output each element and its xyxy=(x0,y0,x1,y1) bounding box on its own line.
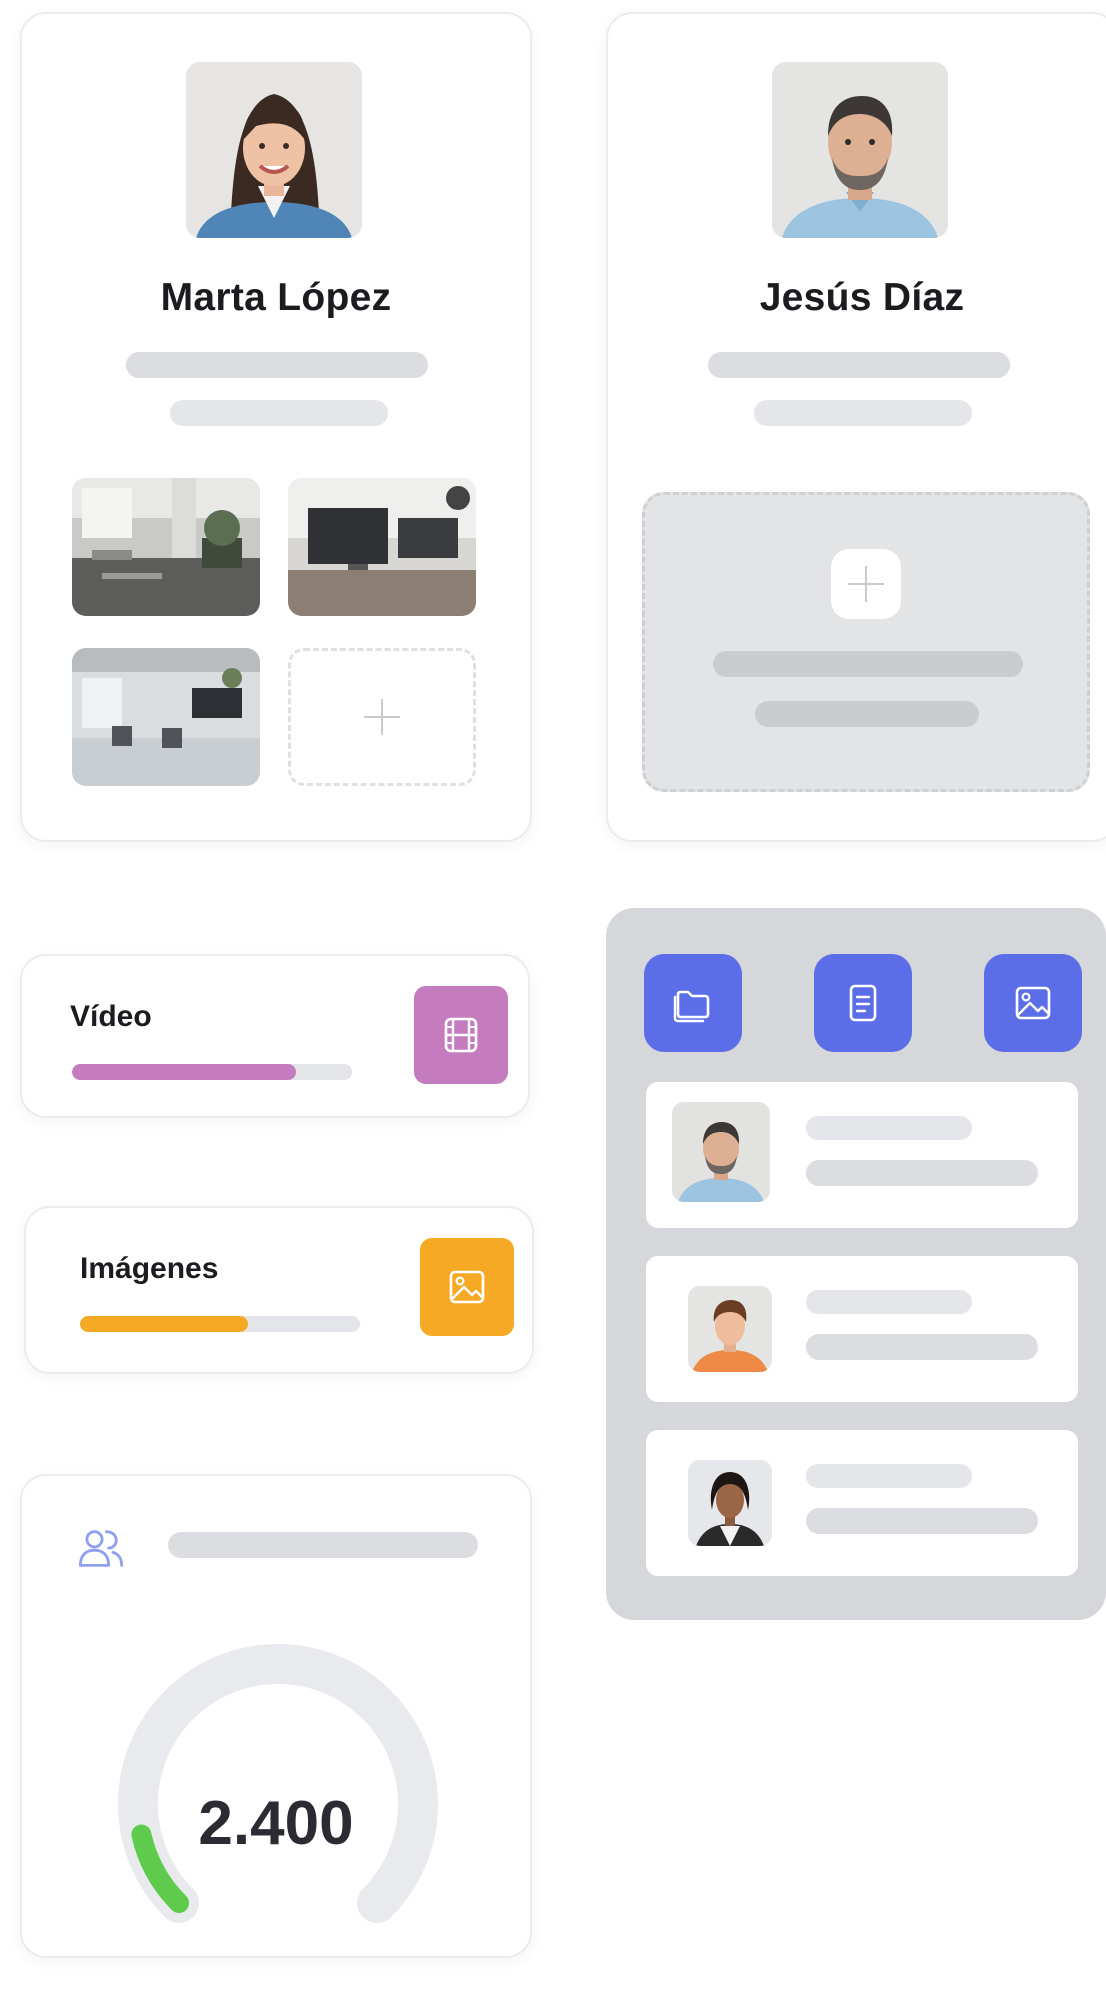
video-progress-fill xyxy=(72,1064,296,1080)
folder-icon xyxy=(673,990,710,1023)
profile-card-jesus: Jesús Díaz xyxy=(606,12,1106,842)
image-icon xyxy=(449,1270,485,1304)
list-item[interactable] xyxy=(646,1082,1078,1228)
add-photo-button[interactable] xyxy=(288,648,476,786)
placeholder-line xyxy=(754,400,972,426)
woman-portrait-image xyxy=(186,62,362,238)
placeholder-line xyxy=(755,701,979,727)
placeholder-line xyxy=(806,1334,1038,1360)
images-progress-bar xyxy=(80,1316,360,1332)
placeholder-line xyxy=(713,651,1023,677)
placeholder-line xyxy=(168,1532,478,1558)
video-progress-bar xyxy=(72,1064,352,1080)
profile-name: Jesús Díaz xyxy=(759,276,965,319)
list-item[interactable] xyxy=(646,1256,1078,1402)
add-button[interactable] xyxy=(831,549,901,619)
images-progress-fill xyxy=(80,1316,248,1332)
video-label: Vídeo xyxy=(70,1000,152,1033)
video-storage-card[interactable]: Vídeo xyxy=(20,954,530,1118)
placeholder-line xyxy=(806,1508,1038,1534)
placeholder-line xyxy=(806,1160,1038,1186)
placeholder-line xyxy=(170,400,388,426)
profile-card-marta: Marta López xyxy=(20,12,532,842)
stats-value: 2.400 xyxy=(198,1789,354,1858)
video-tile[interactable] xyxy=(414,986,508,1084)
office-photo-2[interactable] xyxy=(288,478,476,616)
film-icon xyxy=(444,1017,478,1053)
placeholder-line xyxy=(806,1290,972,1314)
avatar xyxy=(672,1102,770,1202)
office-photo-3[interactable] xyxy=(72,648,260,786)
avatar xyxy=(688,1286,772,1372)
document-icon xyxy=(849,984,877,1022)
profile-photo xyxy=(772,62,948,238)
document-button[interactable] xyxy=(814,954,912,1052)
avatar xyxy=(688,1460,772,1546)
folder-button[interactable] xyxy=(644,954,742,1052)
plus-icon xyxy=(846,564,886,604)
man-portrait-image xyxy=(772,62,948,238)
images-tile[interactable] xyxy=(420,1238,514,1336)
placeholder-line xyxy=(126,352,428,378)
image-button[interactable] xyxy=(984,954,1082,1052)
placeholder-line xyxy=(806,1116,972,1140)
gauge-track xyxy=(118,1644,438,1923)
office-photo-1[interactable] xyxy=(72,478,260,616)
users-icon xyxy=(78,1530,124,1567)
plus-icon xyxy=(362,697,402,737)
list-item[interactable] xyxy=(646,1430,1078,1576)
image-icon xyxy=(1015,986,1051,1020)
placeholder-line xyxy=(708,352,1010,378)
profile-photo xyxy=(186,62,362,238)
images-label: Imágenes xyxy=(80,1252,219,1285)
upload-dropzone[interactable] xyxy=(642,492,1090,792)
placeholder-line xyxy=(806,1464,972,1488)
images-storage-card[interactable]: Imágenes xyxy=(24,1206,534,1374)
stats-gauge-card: 2.400 xyxy=(20,1474,532,1958)
profile-name: Marta López xyxy=(160,276,392,319)
